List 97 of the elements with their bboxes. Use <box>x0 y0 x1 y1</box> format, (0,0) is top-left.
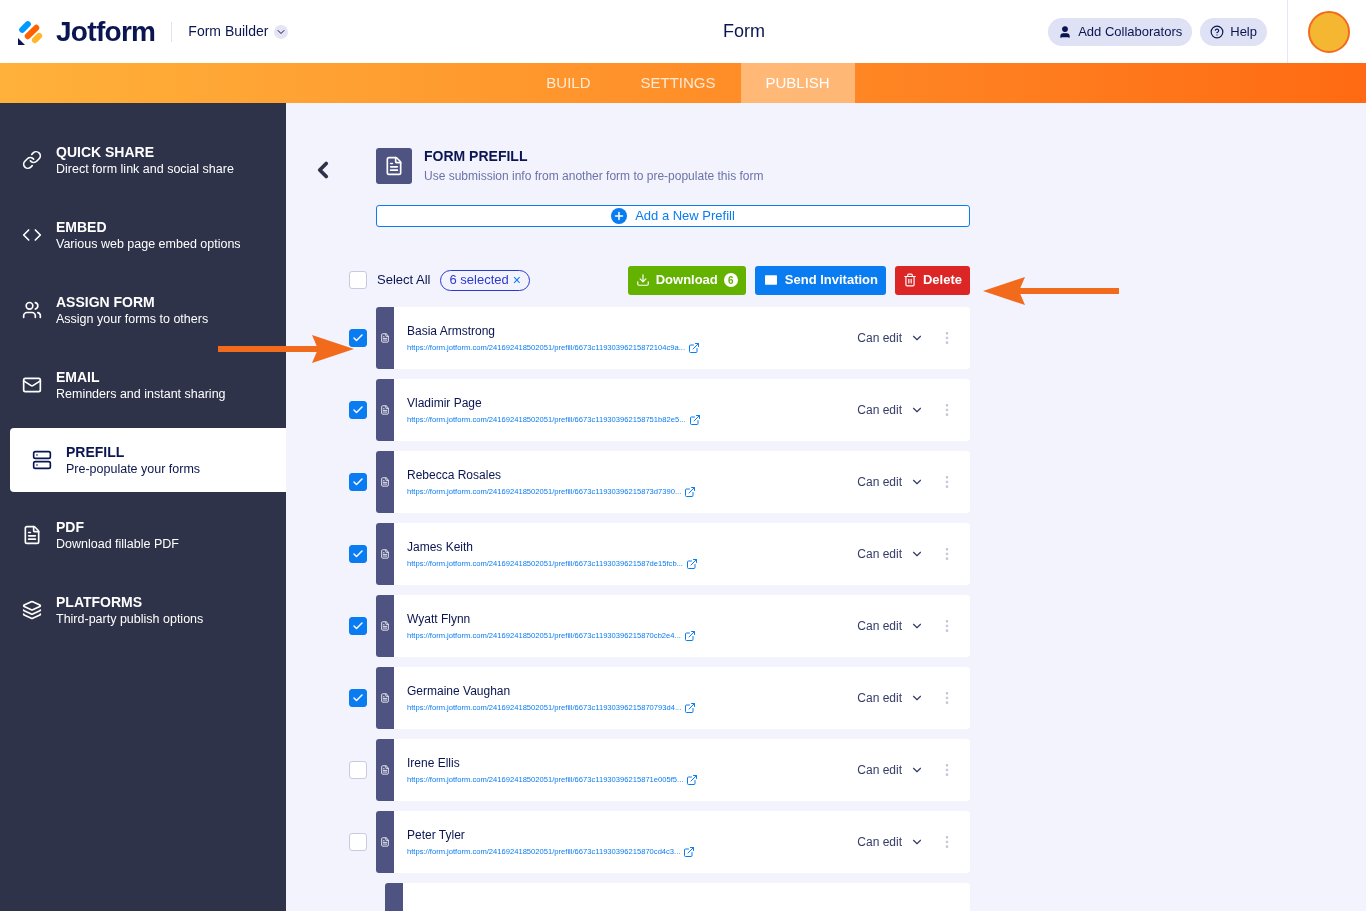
checkbox[interactable] <box>349 400 367 419</box>
check-icon <box>352 403 364 416</box>
sidebar-item-title: ASSIGN FORM <box>56 292 156 311</box>
users-icon <box>22 300 42 320</box>
send-invitation-button[interactable]: Send Invitation <box>754 265 886 295</box>
external-link-icon[interactable] <box>684 485 697 498</box>
external-link-icon[interactable] <box>685 557 698 570</box>
sidebar-item-subtitle: Reminders and instant sharing <box>56 385 226 403</box>
sidebar-item-subtitle: Download fillable PDF <box>56 535 179 553</box>
document-icon <box>380 692 390 703</box>
prefill-name: Germaine Vaughan <box>407 682 512 700</box>
prefill-name: Vladimir Page <box>407 394 483 412</box>
external-link-icon[interactable] <box>683 845 696 858</box>
checkbox[interactable] <box>349 688 367 707</box>
brand-name: Jotform <box>56 14 156 49</box>
permission-dropdown[interactable]: Can edit <box>857 378 924 441</box>
sidebar-item-subtitle: Various web page embed options <box>56 235 241 253</box>
sidebar-item-title: PLATFORMS <box>56 592 144 611</box>
permission-dropdown[interactable]: Can edit <box>857 450 924 513</box>
section-title: FORM PREFILL <box>424 147 529 166</box>
avatar[interactable] <box>1308 10 1350 53</box>
prefill-name: Peter Tyler <box>407 826 466 844</box>
form-title: Form <box>723 20 766 43</box>
download-icon <box>635 273 650 287</box>
check-icon <box>352 475 364 488</box>
sidebar-item[interactable]: PLATFORMS Third-party publish options <box>0 578 286 642</box>
document-icon <box>380 836 390 847</box>
prefill-name: James Keith <box>407 538 475 556</box>
selected-count: 6 selected <box>449 271 509 290</box>
sidebar-item-subtitle: Pre-populate your forms <box>66 460 201 478</box>
check-icon <box>352 547 364 560</box>
external-link-icon[interactable] <box>686 773 699 786</box>
sidebar-item[interactable]: EMAIL Reminders and instant sharing <box>0 353 286 417</box>
sidebar-item-title: PREFILL <box>66 442 126 461</box>
permission-dropdown[interactable]: Can edit <box>857 594 924 657</box>
document-icon <box>380 548 390 559</box>
checkbox[interactable] <box>349 544 367 563</box>
delete-button[interactable]: Delete <box>894 265 970 295</box>
prefill-name: Rebecca Rosales <box>407 466 503 484</box>
checkbox[interactable] <box>349 760 367 779</box>
permission-dropdown[interactable]: Can edit <box>857 666 924 729</box>
prefill-name: Irene Ellis <box>407 754 461 772</box>
mail-icon <box>22 375 42 395</box>
external-link-icon[interactable] <box>688 341 701 354</box>
chevron-down-icon <box>274 24 289 39</box>
permission-dropdown[interactable]: Can edit <box>857 522 924 585</box>
form-builder-menu[interactable]: Form Builder <box>188 21 289 42</box>
document-icon <box>380 764 390 775</box>
checkbox[interactable] <box>349 271 367 289</box>
logo-icon <box>18 18 44 45</box>
download-count: 6 <box>723 273 738 287</box>
prefill-form-icon <box>376 147 412 184</box>
help-icon <box>1210 24 1225 39</box>
plus-icon <box>611 207 628 224</box>
chip-close[interactable]: × <box>512 269 521 291</box>
sidebar-item-subtitle: Direct form link and social share <box>56 160 234 178</box>
prefill-name: Wyatt Flynn <box>407 610 472 628</box>
permission-dropdown[interactable]: Can edit <box>857 306 924 369</box>
trash-icon <box>902 273 917 287</box>
permission-dropdown[interactable]: Can edit <box>857 810 924 873</box>
sidebar-item-title: EMAIL <box>56 367 101 386</box>
checkbox[interactable] <box>349 832 367 851</box>
check-icon <box>352 691 364 704</box>
external-link-icon[interactable] <box>683 629 696 642</box>
checkbox[interactable] <box>349 616 367 635</box>
link-icon <box>22 150 42 170</box>
sidebar-item[interactable]: PREFILL Pre-populate your forms <box>10 428 286 492</box>
sidebar-item[interactable]: ASSIGN FORM Assign your forms to others <box>0 278 286 342</box>
document-icon <box>380 404 390 415</box>
pdf-file-icon <box>22 525 42 545</box>
sidebar-item-title: PDF <box>56 517 85 536</box>
layers-icon <box>22 600 42 620</box>
check-icon <box>352 619 364 632</box>
checkbox[interactable] <box>349 472 367 491</box>
sidebar-item[interactable]: QUICK SHARE Direct form link and social share <box>0 128 286 192</box>
sidebar-item[interactable]: PDF Download fillable PDF <box>0 503 286 567</box>
person-icon <box>1058 24 1073 39</box>
external-link-icon[interactable] <box>684 701 697 714</box>
sidebar-item[interactable]: EMBED Various web page embed options <box>0 203 286 267</box>
select-all-label: Select All <box>377 271 431 290</box>
permission-dropdown[interactable]: Can edit <box>857 738 924 801</box>
section-description: Use submission info from another form to pre-populate this form <box>424 168 764 185</box>
document-icon <box>380 332 390 343</box>
sidebar-item-title: EMBED <box>56 217 108 236</box>
document-icon <box>380 620 390 631</box>
add-collaborators-button[interactable]: Add Collaborators <box>1048 17 1193 46</box>
check-icon <box>352 331 364 344</box>
document-icon <box>380 476 390 487</box>
sidebar-item-subtitle: Assign your forms to others <box>56 310 209 328</box>
checkbox[interactable] <box>349 328 367 347</box>
sidebar-item-title: QUICK SHARE <box>56 142 155 161</box>
external-link-icon[interactable] <box>688 413 701 426</box>
stack-icon <box>32 450 52 470</box>
prefill-name: Basia Armstrong <box>407 322 497 340</box>
sidebar-item-subtitle: Third-party publish options <box>56 610 204 628</box>
add-prefill-button[interactable]: Add a New Prefill <box>376 205 970 227</box>
help-button[interactable]: Help <box>1200 17 1267 46</box>
